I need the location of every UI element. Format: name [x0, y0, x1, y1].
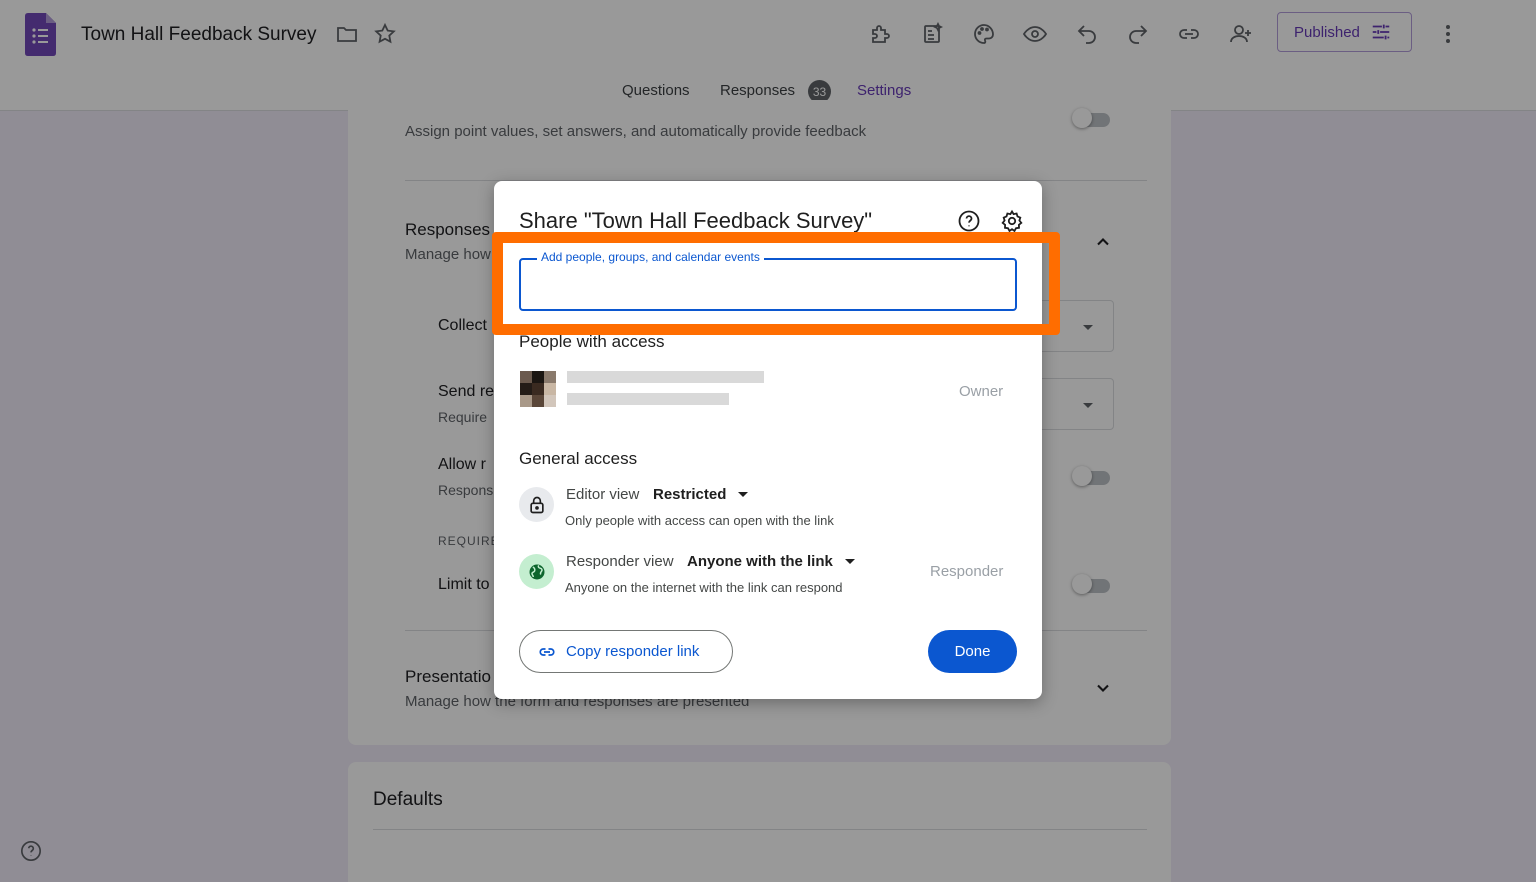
- highlight-annotation: [492, 232, 1060, 335]
- dropdown-arrow-icon: [844, 559, 855, 564]
- copy-responder-link-label: Copy responder link: [566, 643, 700, 660]
- responder-access-dropdown[interactable]: Anyone with the link: [687, 553, 855, 570]
- dropdown-arrow-icon: [738, 492, 749, 497]
- editor-access-desc: Only people with access can open with th…: [565, 513, 834, 528]
- link-icon: [539, 647, 555, 656]
- responder-access-desc: Anyone on the internet with the link can…: [565, 580, 843, 595]
- globe-icon: [519, 554, 554, 589]
- redacted-email: [567, 393, 729, 405]
- done-button[interactable]: Done: [928, 630, 1017, 673]
- responder-access-value: Anyone with the link: [687, 553, 833, 570]
- copy-responder-link-button[interactable]: Copy responder link: [519, 630, 733, 673]
- editor-view-label: Editor view: [566, 486, 640, 503]
- people-with-access-heading: People with access: [519, 332, 665, 351]
- responder-role: Responder: [930, 563, 1004, 580]
- editor-access-dropdown[interactable]: Restricted: [653, 486, 749, 503]
- help-icon[interactable]: [957, 209, 981, 233]
- responder-view-label: Responder view: [566, 553, 674, 570]
- avatar: [520, 371, 556, 407]
- general-access-heading: General access: [519, 449, 638, 468]
- editor-access-value: Restricted: [653, 486, 727, 503]
- lock-icon: [519, 487, 554, 522]
- dialog-title: Share "Town Hall Feedback Survey": [519, 208, 873, 233]
- gear-icon[interactable]: [1000, 209, 1024, 233]
- owner-role: Owner: [959, 383, 1004, 400]
- redacted-name: [567, 371, 764, 383]
